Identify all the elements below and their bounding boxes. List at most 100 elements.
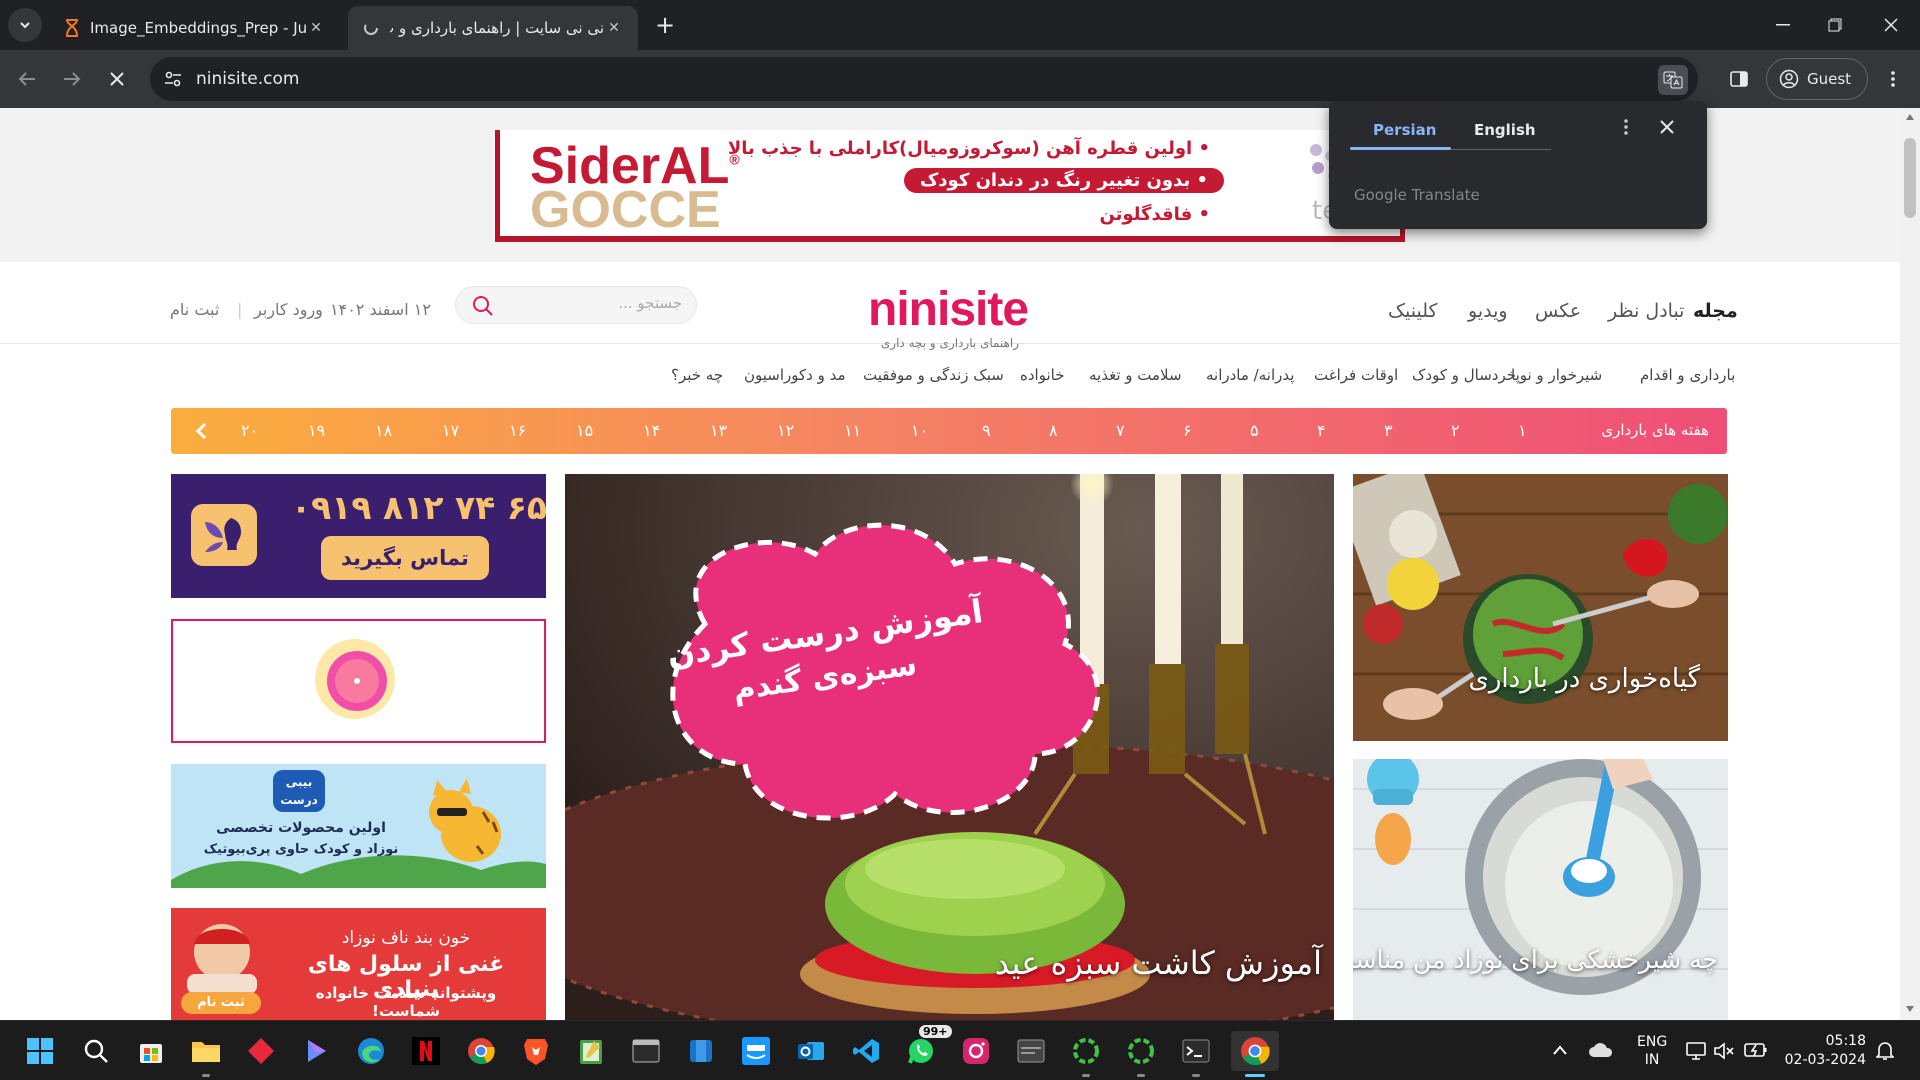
onedrive-cloud-icon[interactable]	[1588, 1041, 1614, 1059]
week-link[interactable]: ۱۹	[308, 421, 325, 440]
taskbar-app-ring-2[interactable]	[1121, 1031, 1161, 1077]
week-link[interactable]: ۱۲	[777, 421, 794, 440]
taskbar-app-window[interactable]	[1011, 1031, 1051, 1071]
chrome-menu-button[interactable]	[1876, 62, 1910, 96]
week-link[interactable]: ۱۷	[442, 421, 459, 440]
babyderm-ad[interactable]: بیبی درست اولین محصولات تخصصی نوزاد و کود…	[171, 764, 546, 888]
week-link[interactable]: ۳	[1384, 421, 1393, 440]
cat-toddler[interactable]: شیرخوار و نوپا	[1511, 366, 1602, 384]
login-link[interactable]: ورود کاربر	[254, 300, 323, 319]
ninisite-logo[interactable]: ninisite	[868, 282, 1029, 337]
close-tab-icon[interactable]: ✕	[306, 18, 326, 38]
taskbar-edge[interactable]	[351, 1031, 391, 1071]
tab-search-button[interactable]	[8, 8, 42, 42]
article-card-vegetarian[interactable]: گیاه‌خواری در بارداری	[1353, 474, 1728, 741]
week-link[interactable]: ۲۰	[241, 421, 258, 440]
search-icon[interactable]	[472, 295, 494, 317]
cat-family[interactable]: خانواده	[1020, 366, 1064, 384]
restore-button[interactable]	[1806, 0, 1864, 50]
cat-health[interactable]: سلامت و تغذیه	[1089, 366, 1182, 384]
forward-button[interactable]	[55, 62, 89, 96]
close-window-button[interactable]	[1862, 0, 1920, 50]
taskbar-brave[interactable]	[516, 1031, 556, 1071]
week-link[interactable]: ۱۸	[375, 421, 392, 440]
tab-jupyter[interactable]: Image_Embeddings_Prep - Jupy ✕	[50, 6, 340, 50]
week-link[interactable]: ۱	[1518, 421, 1527, 440]
stop-loading-button[interactable]	[100, 62, 134, 96]
taskbar-notepad[interactable]	[571, 1031, 611, 1071]
taskbar-app-diamond[interactable]	[241, 1031, 281, 1071]
cord-blood-ad[interactable]: خون بند ناف نوزاد غنی از سلول های بنیادی…	[171, 908, 546, 1020]
cat-child[interactable]: خردسال و کودک	[1412, 366, 1516, 384]
signup-link[interactable]: ثبت نام	[170, 300, 219, 319]
week-link[interactable]: ۷	[1116, 421, 1125, 440]
week-link[interactable]: ۴	[1317, 421, 1326, 440]
nav-magazine[interactable]: مجله	[1693, 300, 1738, 322]
network-icon[interactable]	[1686, 1041, 1708, 1061]
source-language-tab[interactable]: Persian	[1373, 121, 1436, 139]
week-link[interactable]: ۶	[1183, 421, 1192, 440]
chevron-left-icon[interactable]	[195, 422, 207, 440]
taskbar-terminal[interactable]	[1176, 1031, 1216, 1077]
chevron-up-icon[interactable]	[1552, 1044, 1568, 1056]
scroll-thumb[interactable]	[1904, 138, 1916, 218]
taskbar-whatsapp[interactable]: 99+	[901, 1025, 952, 1071]
input-language-indicator[interactable]: ENG IN	[1637, 1033, 1667, 1069]
week-link[interactable]: ۸	[1049, 421, 1058, 440]
nav-video[interactable]: ویدیو	[1468, 300, 1508, 322]
volume-muted-icon[interactable]	[1713, 1041, 1735, 1061]
taskbar-prime-video[interactable]	[736, 1031, 776, 1071]
taskbar-search-button[interactable]	[76, 1031, 116, 1071]
taskbar-chrome-active[interactable]	[1231, 1031, 1279, 1077]
week-link[interactable]: ۵	[1250, 421, 1259, 440]
translate-button[interactable]	[1658, 65, 1688, 95]
week-link[interactable]: ۱۰	[911, 421, 928, 440]
week-link[interactable]: ۹	[982, 421, 991, 440]
animated-ad[interactable]	[171, 619, 546, 743]
nav-forum[interactable]: تبادل نظر	[1608, 300, 1684, 322]
tab-ninisite[interactable]: نی نی سایت | راهنمای بارداری و ب ✕	[348, 6, 638, 50]
cat-parenting[interactable]: پدرانه/ مادرانه	[1206, 366, 1294, 384]
system-clock[interactable]: 05:18 02-03-2024	[1782, 1032, 1866, 1070]
profile-button[interactable]: Guest	[1766, 58, 1868, 100]
taskbar-terminal-app[interactable]	[626, 1031, 666, 1071]
phone-ad[interactable]: ۰۹۱۹ ۸۱۲ ۷۴ ۶۵ تماس بگیرید	[171, 474, 547, 598]
cat-news[interactable]: چه خبر؟	[671, 366, 723, 384]
taskbar-copilot[interactable]	[296, 1031, 336, 1071]
cat-lifestyle[interactable]: سبک زندگی و موفقیت	[863, 366, 1004, 384]
scroll-up-icon[interactable]	[1906, 114, 1914, 120]
taskbar-chrome-alt[interactable]	[461, 1031, 501, 1071]
nav-clinic[interactable]: کلینیک	[1388, 300, 1438, 322]
sideral-ad-banner[interactable]: SiderAL® GOCCE • اولین قطره آهن (سوکروزو…	[495, 130, 1405, 242]
address-bar[interactable]: ninisite.com	[150, 57, 1698, 101]
taskbar-app-ring-1[interactable]	[1066, 1031, 1106, 1077]
hero-article[interactable]: آموزش درست کردن سبزه‌ی گندم آموزش کاشت س…	[565, 474, 1334, 1020]
more-vert-icon[interactable]	[1624, 119, 1628, 135]
week-link[interactable]: ۱۳	[710, 421, 727, 440]
taskbar-vscode[interactable]	[846, 1031, 886, 1071]
battery-charging-icon[interactable]	[1744, 1042, 1768, 1058]
taskbar-file-explorer[interactable]	[186, 1031, 226, 1077]
close-tab-icon[interactable]: ✕	[604, 18, 624, 38]
week-link[interactable]: ۱۶	[509, 421, 526, 440]
notification-bell-icon[interactable]	[1876, 1041, 1894, 1061]
taskbar-app-blue[interactable]	[681, 1031, 721, 1071]
taskbar-instagram[interactable]	[956, 1031, 996, 1071]
side-panel-button[interactable]	[1722, 62, 1756, 96]
start-button[interactable]	[20, 1031, 60, 1071]
taskbar-netflix[interactable]	[406, 1031, 446, 1071]
cat-leisure[interactable]: اوقات فراغت	[1314, 366, 1398, 384]
page-scrollbar[interactable]	[1900, 108, 1920, 1020]
week-link[interactable]: ۱۵	[576, 421, 593, 440]
scroll-down-icon[interactable]	[1906, 1006, 1914, 1012]
target-language-tab[interactable]: English	[1474, 121, 1536, 139]
back-button[interactable]	[10, 62, 44, 96]
taskbar-outlook[interactable]	[791, 1031, 831, 1071]
week-link[interactable]: ۲	[1451, 421, 1460, 440]
site-settings-icon[interactable]	[164, 70, 182, 88]
site-search-input[interactable]: جستجو ...	[455, 286, 697, 324]
taskbar-store[interactable]	[131, 1031, 171, 1071]
close-icon[interactable]	[1660, 120, 1674, 134]
cat-fashion[interactable]: مد و دکوراسیون	[744, 366, 846, 384]
article-card-formula[interactable]: چه شیرخشکی برای نوزاد من مناسبه؟	[1353, 759, 1728, 1020]
